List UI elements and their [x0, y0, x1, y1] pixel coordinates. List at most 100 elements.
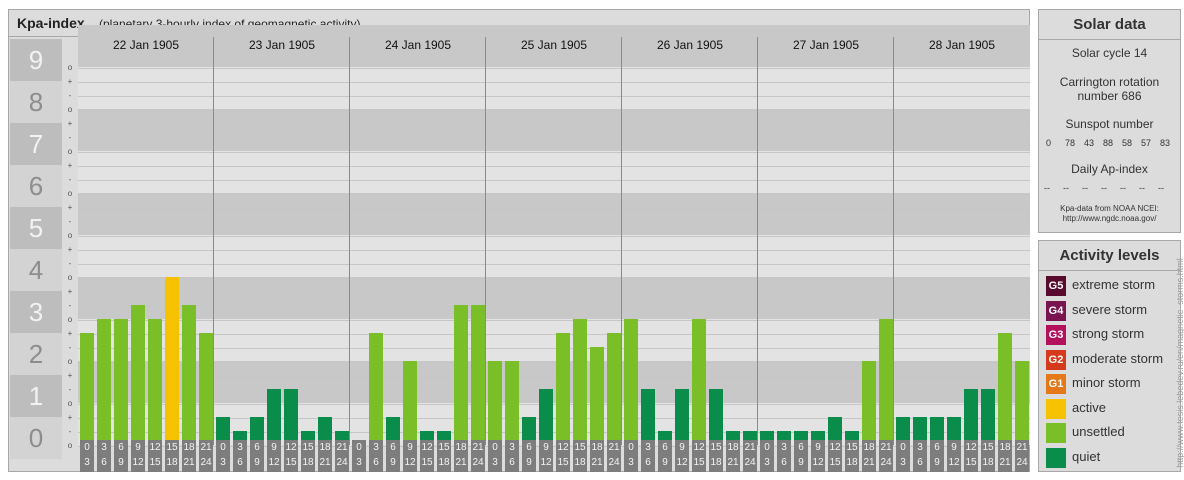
sunspot-value: 57 — [1141, 138, 1152, 148]
carrington-line-1: Carrington rotation — [1059, 75, 1160, 89]
slot-end: 24 — [200, 457, 212, 468]
minor-tick-mark: o — [67, 441, 73, 450]
kp-bar — [114, 319, 128, 445]
slot-end: 21 — [455, 457, 467, 468]
minor-tick-mark: o — [67, 231, 73, 240]
ap-value: -- — [1120, 183, 1126, 193]
ap-value: -- — [1101, 183, 1107, 193]
kp-bar — [505, 361, 519, 445]
slot-end: 18 — [982, 457, 994, 468]
minor-tick-mark: - — [68, 217, 72, 226]
day-separator — [893, 37, 894, 445]
sunspot-label: Sunspot number — [1065, 117, 1154, 131]
minor-tick-mark: - — [68, 175, 72, 184]
slot-start: 21 — [744, 442, 756, 453]
slot-end: 18 — [438, 457, 450, 468]
level-swatch: G1 — [1046, 374, 1066, 394]
slot-end: 6 — [101, 457, 107, 468]
slot-start: 0 — [900, 442, 906, 453]
slot-start: 15 — [574, 442, 586, 453]
slot-start: 3 — [237, 442, 243, 453]
level-swatch — [1046, 398, 1066, 419]
minor-tick-mark: - — [68, 427, 72, 436]
time-slot-label: 69 — [386, 440, 400, 472]
credit-text[interactable]: http://www.tesis.lebedev.ru/en/magnetic_… — [1175, 258, 1184, 468]
time-slot-label: 12 15 — [148, 440, 162, 472]
slot-end: 21 — [727, 457, 739, 468]
slot-start: 18 — [999, 442, 1011, 453]
slot-start: 21 — [608, 442, 620, 453]
minor-tick-mark: + — [67, 77, 73, 86]
slot-end: 3 — [492, 457, 498, 468]
kp-bar — [131, 305, 145, 445]
slot-end: 6 — [781, 457, 787, 468]
minor-tick-mark: + — [67, 413, 73, 422]
kp-bar — [964, 389, 978, 445]
slot-end: 24 — [336, 457, 348, 468]
slot-end: 12 — [948, 457, 960, 468]
time-slot-label: 21 24 — [335, 440, 349, 472]
solar-data-title: Solar data — [1039, 10, 1180, 40]
slot-start: 0 — [84, 442, 90, 453]
slot-start: 12 — [285, 442, 297, 453]
time-slot-label: 03 — [488, 440, 502, 472]
source-link[interactable]: http://www.ngdc.noaa.gov/ — [1039, 214, 1180, 223]
ap-value: -- — [1082, 183, 1088, 193]
time-slot-label: 69 — [114, 440, 128, 472]
minor-tick-mark: - — [68, 343, 72, 352]
slot-start: 12 — [421, 442, 433, 453]
kp-bar — [369, 333, 383, 445]
time-slot-label: 15 18 — [709, 440, 723, 472]
kp-bar — [1015, 361, 1029, 445]
time-slot-label: 15 18 — [981, 440, 995, 472]
slot-end: 12 — [268, 457, 280, 468]
activity-level-row: G1 minor storm — [1046, 373, 1180, 395]
day-separator — [621, 37, 622, 445]
time-slot-label: 21 24 — [199, 440, 213, 472]
time-slot-label: 03 — [216, 440, 230, 472]
time-slot-label: 12 15 — [556, 440, 570, 472]
y-tick-label: 3 — [10, 291, 62, 333]
ap-value: -- — [1158, 183, 1164, 193]
slot-end: 3 — [764, 457, 770, 468]
slot-end: 12 — [812, 457, 824, 468]
kp-bar — [607, 333, 621, 445]
slot-end: 18 — [302, 457, 314, 468]
y-tick-label: 4 — [10, 249, 62, 291]
time-slot-label: 18 21 — [590, 440, 604, 472]
kp-bar — [454, 305, 468, 445]
time-slot-label: 15 18 — [573, 440, 587, 472]
slot-end: 3 — [356, 457, 362, 468]
minor-tick-mark: o — [67, 105, 73, 114]
y-tick-label: 0 — [10, 417, 62, 459]
slot-start: 3 — [373, 442, 379, 453]
time-slot-label: 9 12 — [811, 440, 825, 472]
slot-end: 12 — [404, 457, 416, 468]
sunspot-value: 0 — [1046, 138, 1052, 148]
time-slot-label: 21 24 — [743, 440, 757, 472]
slot-start: 21 — [336, 442, 348, 453]
y-tick-label: 8 — [10, 81, 62, 123]
minor-tick-mark: + — [67, 371, 73, 380]
slot-end: 6 — [237, 457, 243, 468]
slot-start: 6 — [118, 442, 124, 453]
slot-start: 15 — [846, 442, 858, 453]
kp-bar — [709, 389, 723, 445]
day-label: 22 Jan 1905 — [112, 38, 180, 52]
kp-bar — [675, 389, 689, 445]
y-tick-label: 6 — [10, 165, 62, 207]
ap-index-label: Daily Ap-index — [1071, 162, 1148, 176]
slot-start: 15 — [982, 442, 994, 453]
slot-end: 24 — [744, 457, 756, 468]
kp-bar — [267, 389, 281, 445]
slot-start: 9 — [679, 442, 685, 453]
time-slot-label: 03 — [760, 440, 774, 472]
level-swatch: G4 — [1046, 300, 1066, 321]
slot-start: 18 — [183, 442, 195, 453]
sunspot-value: 58 — [1122, 138, 1133, 148]
slot-start: 12 — [149, 442, 161, 453]
slot-end: 9 — [118, 457, 124, 468]
slot-start: 15 — [166, 442, 178, 453]
slot-start: 6 — [390, 442, 396, 453]
slot-end: 9 — [798, 457, 804, 468]
